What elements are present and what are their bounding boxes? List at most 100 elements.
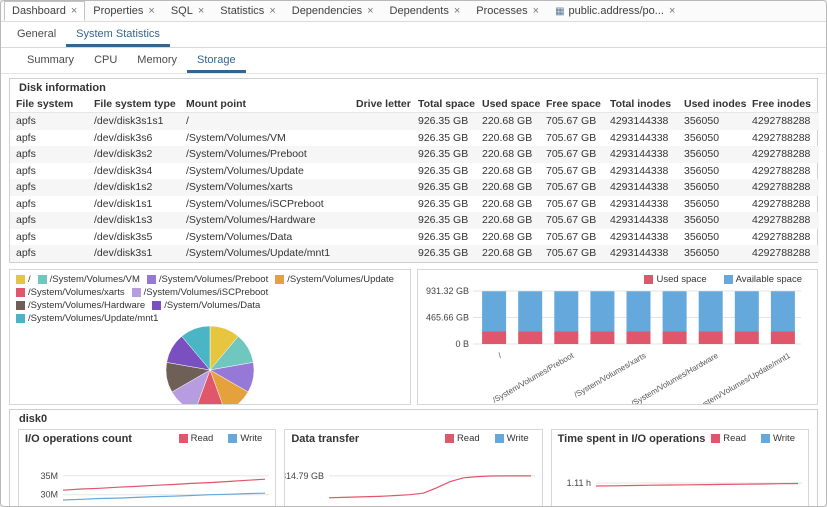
table-cell: 220.68 GB [476, 196, 540, 213]
chart-panel-time-spent-in-i-o-operations: Time spent in I/O operationsReadWrite1.1… [551, 429, 809, 507]
legend-item-read: Read [711, 433, 746, 444]
table-cell: 926.35 GB [412, 212, 476, 229]
legend-swatch [16, 314, 25, 323]
legend-swatch [16, 288, 25, 297]
storage-charts-row: //System/Volumes/VM/System/Volumes/Prebo… [9, 269, 818, 405]
line-chart-time-spent-in-i-o-operations: 1.11 h [552, 447, 806, 507]
legend-item-: / [16, 274, 31, 285]
window-tab-public-address-po[interactable]: ▦ public.address/po... × [547, 1, 683, 21]
legend-swatch [147, 275, 156, 284]
legend-swatch [761, 434, 770, 443]
tab-label: Dependencies [292, 5, 362, 17]
window-tab-dependencies[interactable]: Dependencies × [284, 1, 382, 21]
table-icon: ▦ [555, 6, 564, 17]
legend-swatch [38, 275, 47, 284]
legend-item-system-volumes-hardware: /System/Volumes/Hardware [16, 300, 145, 311]
subtab-memory[interactable]: Memory [127, 48, 187, 73]
svg-text:/System/Volumes/Preboot: /System/Volumes/Preboot [491, 350, 576, 403]
table-cell: /System/Volumes/xarts [180, 179, 350, 196]
tab-close-icon[interactable]: × [669, 6, 675, 17]
window-tabbar: Dashboard×Properties×SQL×Statistics×Depe… [1, 1, 826, 22]
legend-label: /System/Volumes/Hardware [28, 300, 145, 311]
legend-item-system-volumes-iscpreboot: /System/Volumes/iSCPreboot [132, 287, 269, 298]
subtab-storage[interactable]: Storage [187, 48, 246, 73]
tab-system-statistics[interactable]: System Statistics [66, 22, 170, 47]
table-cell: /dev/disk1s1 [88, 196, 180, 213]
table-cell: /System/Volumes/Update [180, 163, 350, 180]
legend-swatch [16, 301, 25, 310]
tab-label: public.address/po... [569, 5, 664, 17]
tab-general[interactable]: General [7, 22, 66, 47]
tab-close-icon[interactable]: × [148, 6, 154, 17]
window-tab-statistics[interactable]: Statistics × [212, 1, 283, 21]
window-tab-properties[interactable]: Properties× [85, 1, 163, 21]
legend-item-used-space: Used space [644, 274, 706, 285]
table-cell: /System/Volumes/VM [180, 130, 350, 147]
chart-header: I/O operations countReadWrite [19, 430, 275, 447]
column-header-total-space: Total space [412, 96, 476, 113]
column-header-free-space: Free space [540, 96, 604, 113]
table-cell: 356050 [678, 212, 746, 229]
legend-item-system-volumes-preboot: /System/Volumes/Preboot [147, 274, 268, 285]
subtab-summary[interactable]: Summary [17, 48, 84, 73]
legend-label: Write [240, 433, 262, 444]
tab-close-icon[interactable]: × [269, 6, 275, 17]
table-cell: 4292788288 [746, 163, 819, 180]
tab-close-icon[interactable]: × [71, 6, 77, 17]
tab-close-icon[interactable]: × [454, 6, 460, 17]
table-cell: 926.35 GB [412, 245, 476, 262]
legend-item-system-volumes-xarts: /System/Volumes/xarts [16, 287, 125, 298]
legend-item-available-space: Available space [724, 274, 802, 285]
svg-text:931.32 GB: 931.32 GB [425, 286, 468, 296]
chart-legend: Read Write [711, 433, 802, 444]
legend-item-write: Write [228, 433, 262, 444]
table-cell: 4293144338 [604, 146, 678, 163]
tab-close-icon[interactable]: × [367, 6, 373, 17]
table-cell [350, 130, 412, 147]
bar-legend: Used space Available space [644, 274, 809, 285]
table-cell: 926.35 GB [412, 146, 476, 163]
table-cell: 356050 [678, 245, 746, 262]
disk0-title: disk0 [10, 410, 817, 427]
window-tab-processes[interactable]: Processes × [468, 1, 547, 21]
legend-swatch [495, 434, 504, 443]
table-cell: apfs [10, 163, 88, 180]
table-cell: 4292788288 [746, 212, 819, 229]
window-tab-sql[interactable]: SQL× [163, 1, 212, 21]
table-cell: 4292788288 [746, 245, 819, 262]
legend-swatch [152, 301, 161, 310]
window-tab-dashboard[interactable]: Dashboard× [4, 1, 85, 21]
table-cell: /System/Volumes/Data [180, 229, 350, 246]
table-cell: 705.67 GB [540, 163, 604, 180]
legend-item-write: Write [761, 433, 795, 444]
stat-tabbar: SummaryCPUMemoryStorage [1, 48, 826, 74]
column-header-mount-point: Mount point [180, 96, 350, 113]
table-cell: /dev/disk3s1 [88, 245, 180, 262]
legend-swatch [644, 275, 653, 284]
chart-panel-i-o-operations-count: I/O operations countReadWrite35M30M [18, 429, 276, 507]
table-cell [350, 245, 412, 262]
svg-text:0 B: 0 B [455, 339, 469, 349]
legend-swatch [275, 275, 284, 284]
tab-label: Statistics [220, 5, 264, 17]
legend-swatch [711, 434, 720, 443]
window-tab-dependents[interactable]: Dependents× [382, 1, 469, 21]
column-header-free-inodes: Free inodes [746, 96, 819, 113]
chart-header: Time spent in I/O operationsReadWrite [552, 430, 808, 447]
svg-text:/: / [496, 350, 503, 359]
table-cell: 705.67 GB [540, 212, 604, 229]
tab-close-icon[interactable]: × [533, 6, 539, 17]
table-cell: 356050 [678, 179, 746, 196]
legend-label: /System/Volumes/Data [164, 300, 260, 311]
tab-close-icon[interactable]: × [198, 6, 204, 17]
legend-label: / [28, 274, 31, 285]
table-cell [350, 179, 412, 196]
subtab-cpu[interactable]: CPU [84, 48, 127, 73]
chart-legend: ReadWrite [445, 433, 536, 444]
table-cell: /dev/disk1s2 [88, 179, 180, 196]
pie-wrap [10, 324, 410, 405]
chart-legend: ReadWrite [179, 433, 270, 444]
table-cell: 4292788288 [746, 229, 819, 246]
table-cell [350, 212, 412, 229]
tab-label: Processes [476, 5, 527, 17]
